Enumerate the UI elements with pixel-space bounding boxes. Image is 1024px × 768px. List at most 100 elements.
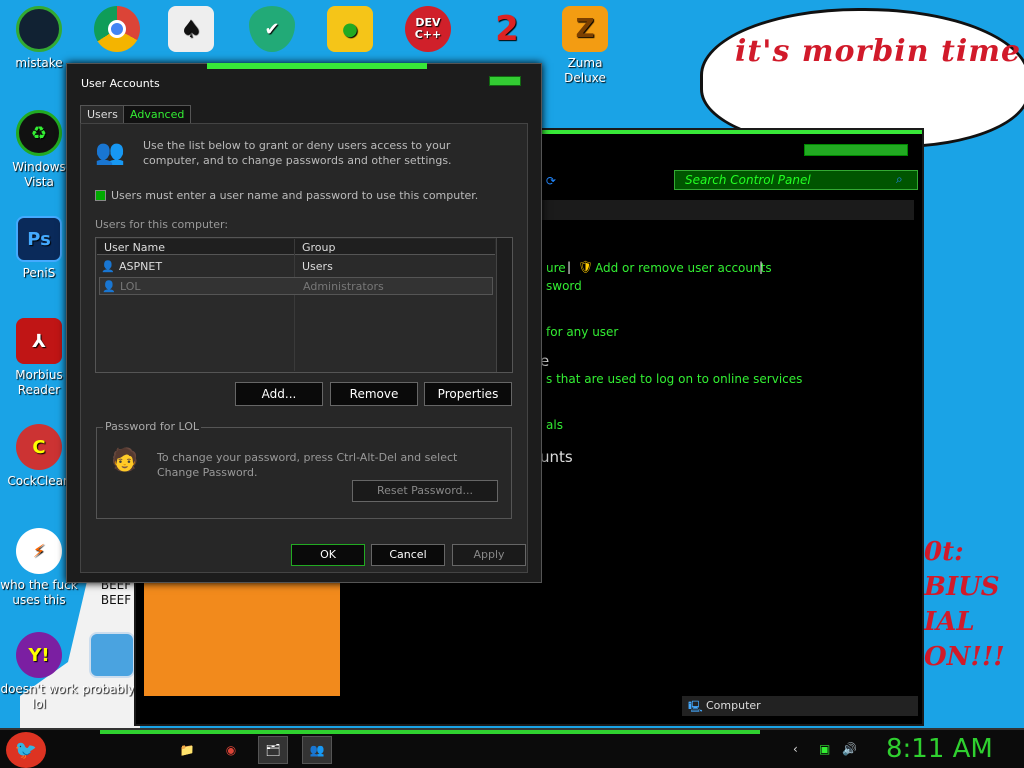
desktop-icon-yahoo[interactable]: Y! doesn't work lol: [0, 632, 78, 712]
taskbar-accent: [100, 730, 760, 734]
explorer-icon[interactable]: 📁: [172, 736, 202, 764]
speech-cloud: [700, 8, 1024, 148]
reset-password-button[interactable]: Reset Password...: [352, 480, 498, 502]
user-name-cell: LOL: [120, 280, 141, 293]
volume-icon[interactable]: 🔊: [842, 742, 857, 756]
section-heading-fragment: unts: [540, 448, 573, 466]
require-password-label: Users must enter a user name and passwor…: [111, 189, 479, 202]
desktop-icon-solitaire[interactable]: ♠: [152, 6, 230, 56]
list-header: User Name Group: [97, 239, 495, 255]
control-panel-icon: 🗂: [265, 743, 281, 757]
users-icon: 👥: [309, 743, 325, 757]
installer-icon: [89, 632, 135, 678]
desktop-icon-zuma[interactable]: Z Zuma Deluxe: [546, 6, 624, 86]
table-row[interactable]: 👤 ASPNET Users: [99, 258, 493, 276]
desktop-icon-devcpp[interactable]: DEV C++: [389, 6, 467, 56]
desktop-icon-mistake[interactable]: mistake: [0, 6, 78, 71]
password-instructions: To change your password, press Ctrl-Alt-…: [157, 451, 458, 479]
require-password-checkbox[interactable]: [95, 190, 106, 201]
desktop-icon-label: doesn't work lol: [0, 682, 78, 711]
photoshop-icon: Ps: [16, 216, 62, 262]
column-user-name[interactable]: User Name: [104, 241, 165, 254]
desktop-icon-security[interactable]: ✔: [233, 6, 311, 56]
network-icon[interactable]: ▣: [819, 742, 833, 756]
dialog-title: User Accounts: [81, 77, 160, 90]
shield-icon: ✔: [249, 6, 295, 52]
password-group-legend: Password for LOL: [103, 420, 202, 433]
desktop-scribble: 0t: BIUS IAL ON!!!: [924, 535, 1005, 675]
group-cell: Administrators: [303, 280, 384, 293]
cloud-caption: it's morbin time: [735, 34, 1022, 69]
users-icon: 👥: [95, 138, 125, 166]
start-button[interactable]: 🐦: [6, 732, 46, 768]
user-icon: 👤: [102, 280, 116, 293]
link-fragment[interactable]: sword: [546, 279, 582, 293]
cancel-button[interactable]: Cancel: [371, 544, 445, 566]
lightning-icon: ⚡: [16, 528, 62, 574]
password-group: Password for LOL 🧑 To change your passwo…: [96, 420, 512, 519]
apply-button[interactable]: Apply: [452, 544, 526, 566]
scribble-line: IAL: [924, 607, 975, 637]
cleaner-icon: C: [16, 424, 62, 470]
desktop-icon-bad-piggies[interactable]: ●: [311, 6, 389, 56]
portal-icon: 2: [495, 8, 519, 49]
tab-advanced[interactable]: Advanced: [123, 105, 192, 123]
clock[interactable]: 8:11 AM: [886, 734, 993, 764]
users-list[interactable]: User Name Group 👤 ASPNET Users 👤 LOL Adm…: [95, 237, 513, 373]
group-cell: Users: [302, 260, 333, 273]
messenger-icon: Y!: [16, 632, 62, 678]
cards-icon: ♠: [168, 6, 214, 52]
taskbar-window-control-panel[interactable]: 🗂: [258, 736, 288, 764]
properties-button[interactable]: Properties: [424, 382, 512, 406]
list-scrollbar[interactable]: [496, 238, 512, 372]
scribble-line: ON!!!: [924, 642, 1005, 672]
status-text: Computer: [706, 699, 761, 712]
scribble-line: 0t:: [924, 537, 964, 567]
link-fragment[interactable]: als: [546, 418, 563, 432]
link-fragment[interactable]: s that are used to log on to online serv…: [546, 372, 802, 386]
desktop-icon-chrome[interactable]: [78, 6, 156, 56]
pdf-reader-icon: ⅄: [16, 318, 62, 364]
window-controls[interactable]: [804, 144, 908, 156]
search-input[interactable]: Search Control Panel: [674, 170, 918, 190]
close-button[interactable]: [489, 76, 521, 86]
user-name-cell: ASPNET: [119, 260, 163, 273]
desktop-icon-label: probably a rogu: [82, 682, 134, 696]
column-group[interactable]: Group: [302, 241, 336, 254]
uac-shield-icon: 🛡: [578, 260, 594, 274]
tab-users[interactable]: Users: [80, 105, 125, 123]
taskbar: 🐦 📁 ◉ 🗂 👥 ‹ ▣ 🔊 8:11 AM: [0, 728, 1024, 768]
taskbar-window-user-accounts[interactable]: 👥: [302, 736, 332, 764]
chrome-icon[interactable]: ◉: [216, 736, 246, 764]
link-fragment[interactable]: ure: [546, 261, 566, 275]
computer-icon: 🖳: [688, 700, 703, 713]
search-icon[interactable]: ⌕: [896, 172, 903, 187]
title-accent: [207, 63, 427, 69]
user-icon: 👤: [101, 260, 115, 273]
add-remove-accounts-link[interactable]: Add or remove user accounts: [595, 261, 772, 275]
separator: |: [567, 260, 572, 274]
desktop-icon-rogue[interactable]: probably a rogu: [82, 632, 142, 697]
scribble-line: BIUS: [924, 572, 1000, 602]
remove-button[interactable]: Remove: [330, 382, 418, 406]
show-hidden-icons[interactable]: ‹: [793, 742, 807, 756]
intro-text: Use the list below to grant or deny user…: [143, 139, 452, 167]
desktop-icon-label: Zuma Deluxe: [564, 56, 606, 85]
decoration-panel: [144, 578, 340, 696]
recycle-icon: ♻: [16, 110, 62, 156]
table-row-selected[interactable]: 👤 LOL Administrators: [99, 277, 493, 295]
devcpp-icon: DEV C++: [405, 6, 451, 52]
add-button[interactable]: Add...: [235, 382, 323, 406]
chrome-icon: [94, 6, 140, 52]
app-icon: [16, 6, 62, 52]
users-list-label: Users for this computer:: [95, 218, 229, 231]
user-accounts-dialog[interactable]: User Accounts Users Advanced 👥 Use the l…: [66, 63, 542, 583]
users-tab-panel: 👥 Use the list below to grant or deny us…: [80, 123, 528, 573]
pig-icon: ●: [327, 6, 373, 52]
separator: |: [759, 260, 764, 274]
user-password-icon: 🧑: [111, 448, 139, 473]
ok-button[interactable]: OK: [291, 544, 365, 566]
desktop-icon-portal[interactable]: 2: [468, 6, 546, 56]
require-password-row[interactable]: Users must enter a user name and passwor…: [95, 189, 478, 202]
link-fragment[interactable]: for any user: [546, 325, 618, 339]
